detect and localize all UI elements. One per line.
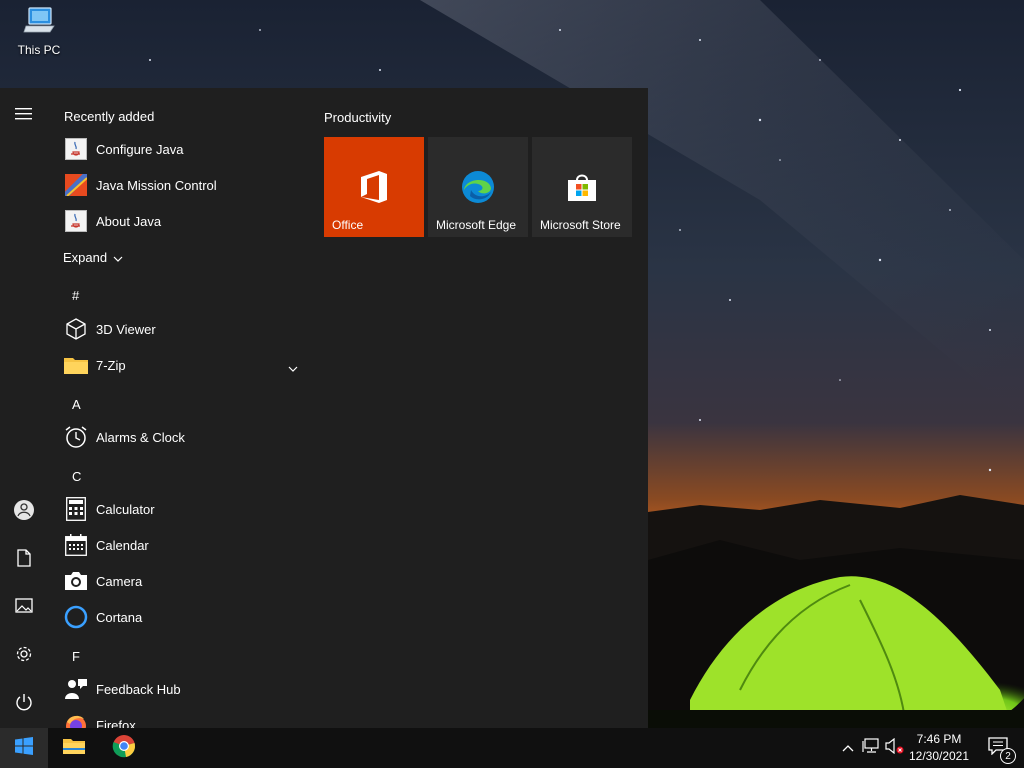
app-label: Cortana	[96, 609, 143, 625]
desktop-icon-this-pc[interactable]: This PC	[10, 6, 68, 62]
chrome-icon	[112, 734, 136, 763]
menu-button[interactable]	[0, 92, 48, 140]
app-label: Camera	[96, 573, 143, 589]
clock-button[interactable]: 7:46 PM 12/30/2021	[904, 731, 974, 765]
app-calendar[interactable]: Calendar	[48, 527, 308, 563]
windows-start-icon	[15, 736, 33, 760]
chrome-button[interactable]	[100, 728, 148, 768]
start-button[interactable]	[0, 728, 48, 768]
app-label: Feedback Hub	[96, 681, 181, 697]
expand-label: Expand	[63, 250, 108, 265]
app-feedback-hub[interactable]: Feedback Hub	[48, 671, 308, 707]
group-letter-c[interactable]: C	[72, 469, 81, 484]
settings-button[interactable]	[0, 632, 48, 680]
feedback-icon	[64, 677, 88, 701]
file-explorer-button[interactable]	[50, 728, 98, 768]
edge-icon	[461, 171, 495, 203]
power-button[interactable]	[0, 680, 48, 728]
firefox-icon	[64, 713, 88, 728]
documents-icon	[16, 548, 32, 572]
volume-button[interactable]	[885, 737, 905, 759]
app-label: Alarms & Clock	[96, 429, 185, 445]
alarm-clock-icon	[64, 425, 88, 449]
app-7-zip[interactable]: 7-Zip	[48, 347, 308, 383]
pictures-icon	[15, 597, 33, 619]
show-hidden-icons-button[interactable]	[838, 738, 858, 758]
tiles-area: Productivity Office Microsoft Edge Micro…	[312, 88, 648, 728]
tile-office[interactable]: Office	[324, 137, 424, 237]
app-label: About Java	[96, 213, 162, 229]
tile-label: Microsoft Store	[540, 218, 621, 232]
user-button[interactable]	[0, 488, 48, 536]
app-about-java[interactable]: About Java	[48, 203, 308, 239]
tile-microsoft-store[interactable]: Microsoft Store	[532, 137, 632, 237]
app-firefox[interactable]: Firefox	[48, 707, 308, 728]
office-icon	[359, 171, 389, 203]
expand-button[interactable]: Expand	[63, 250, 123, 265]
app-label: Firefox	[96, 717, 136, 729]
taskbar: 7:46 PM 12/30/2021 2	[0, 728, 1024, 768]
app-label: Configure Java	[96, 141, 184, 157]
clock-date: 12/30/2021	[908, 749, 970, 763]
app-java-mission-control[interactable]: Java Mission Control	[48, 167, 308, 203]
app-cortana[interactable]: Cortana	[48, 599, 308, 635]
network-button[interactable]	[861, 737, 881, 759]
file-explorer-icon	[62, 736, 86, 761]
app-label: Calendar	[96, 537, 149, 553]
start-menu: Recently added Configure Java Java Missi…	[0, 88, 648, 728]
app-alarms-clock[interactable]: Alarms & Clock	[48, 419, 308, 455]
app-label: Java Mission Control	[96, 177, 217, 193]
app-label: 7-Zip	[96, 357, 126, 373]
calculator-icon	[64, 497, 88, 521]
app-3d-viewer[interactable]: 3D Viewer	[48, 311, 308, 347]
tile-group-title[interactable]: Productivity	[324, 110, 391, 125]
app-calculator[interactable]: Calculator	[48, 491, 308, 527]
pictures-button[interactable]	[0, 584, 48, 632]
group-letter-hash[interactable]: #	[72, 288, 79, 303]
chevron-down-icon	[288, 359, 298, 377]
group-letter-a[interactable]: A	[72, 397, 81, 412]
app-list: Recently added Configure Java Java Missi…	[48, 88, 312, 728]
java-mission-control-icon	[64, 173, 88, 197]
cube-icon	[64, 317, 88, 341]
action-center-button[interactable]: 2	[978, 728, 1018, 768]
menu-icon	[15, 107, 33, 126]
java-icon	[64, 137, 88, 161]
group-letter-f[interactable]: F	[72, 649, 80, 664]
power-icon	[15, 693, 33, 716]
tile-label: Office	[332, 218, 364, 232]
recently-added-header: Recently added	[64, 109, 155, 124]
desktop-icon-label: This PC	[17, 43, 61, 57]
volume-muted-icon	[885, 737, 905, 759]
start-rail	[0, 88, 48, 728]
documents-button[interactable]	[0, 536, 48, 584]
clock-time: 7:46 PM	[916, 732, 962, 746]
user-icon	[13, 499, 35, 526]
network-icon	[862, 737, 880, 759]
cortana-icon	[64, 605, 88, 629]
store-icon	[566, 171, 598, 203]
chevron-up-icon	[842, 739, 854, 757]
chevron-down-icon	[113, 250, 123, 265]
tile-label: Microsoft Edge	[436, 218, 517, 232]
settings-icon	[15, 645, 33, 668]
java-icon	[64, 209, 88, 233]
calendar-icon	[64, 533, 88, 557]
app-configure-java[interactable]: Configure Java	[48, 131, 308, 167]
folder-icon	[64, 353, 88, 377]
app-label: Calculator	[96, 501, 155, 517]
computer-icon	[23, 6, 55, 41]
tile-microsoft-edge[interactable]: Microsoft Edge	[428, 137, 528, 237]
notification-badge: 2	[1000, 748, 1016, 764]
app-camera[interactable]: Camera	[48, 563, 308, 599]
camera-icon	[64, 569, 88, 593]
app-label: 3D Viewer	[96, 321, 156, 337]
